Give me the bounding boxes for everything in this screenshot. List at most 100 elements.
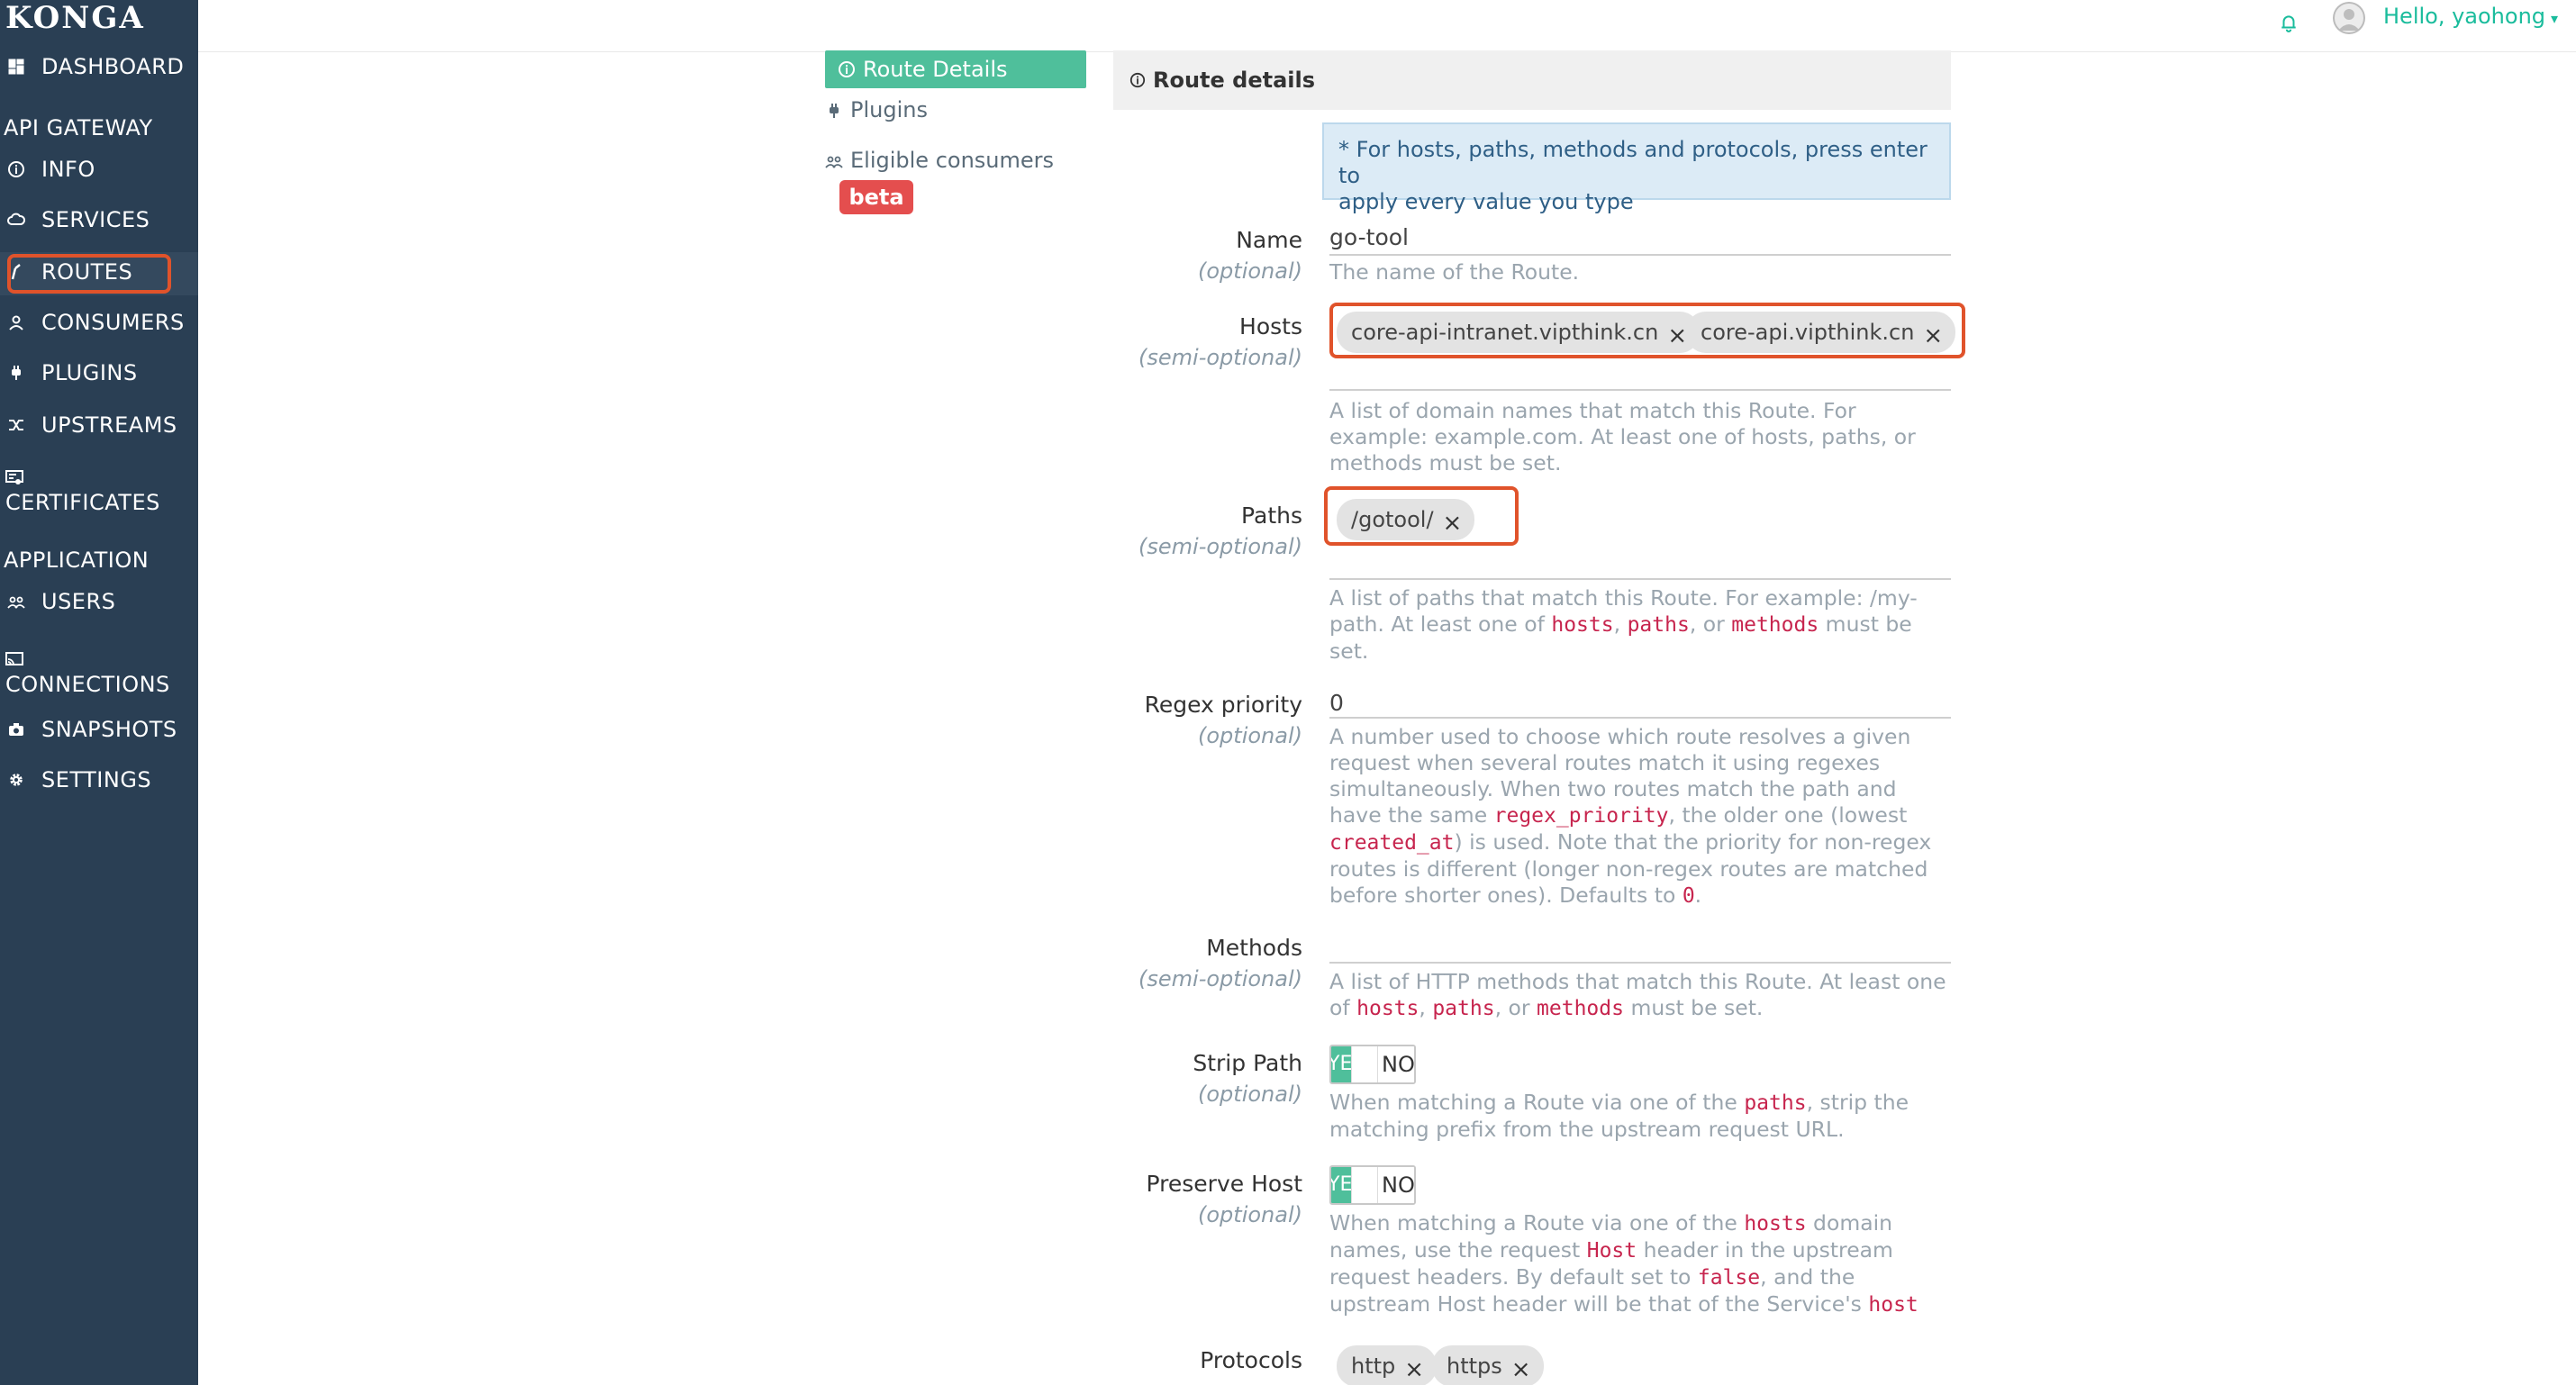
tab-label: Route Details [863,57,1008,82]
sidebar-item-consumers[interactable]: CONSUMERS [5,310,185,335]
hosts-input-underline [1329,389,1951,391]
paths-label: Paths (semi-optional) [1138,501,1302,562]
help-line: upstream Host header will be that of the… [1329,1291,1951,1318]
users-icon [825,156,843,168]
help-line: before shorter ones). Defaults to 0. [1329,883,1951,910]
help-text: When matching a Route via one of the [1329,1210,1745,1236]
help-text: , strip the [1806,1090,1909,1115]
tab-eligible-consumers[interactable]: Eligible consumers [825,148,1054,173]
panel-heading: Route details [1113,50,1951,110]
help-text: , [1613,611,1628,637]
chip-label: core-api.vipthink.cn [1701,320,1915,345]
methods-input[interactable] [1329,962,1951,964]
protocol-chip[interactable]: https × [1432,1345,1544,1385]
sidebar-item-upstreams[interactable]: UPSTREAMS [5,412,177,438]
user-icon [5,312,27,333]
remove-chip-icon[interactable]: × [1511,1358,1531,1381]
avatar-icon [2333,2,2365,34]
sidebar-item-snapshots[interactable]: SNAPSHOTS [5,717,177,742]
name-input-underline [1329,254,1951,256]
help-line: example: example.com. At least one of ho… [1329,424,1916,449]
sidebar-item-users[interactable]: USERS [5,589,115,614]
help-text: names, use the request [1329,1237,1587,1263]
sidebar-item-dashboard[interactable]: DASHBOARD [5,54,184,79]
preserve-host-label: Preserve Host (optional) [1147,1169,1302,1230]
help-text: of [1329,995,1357,1020]
user-menu[interactable]: Hello, yaohong ▾ [2383,4,2558,29]
toggle-knob [1351,1046,1378,1082]
info-icon [839,61,855,77]
name-input[interactable]: go-tool [1329,224,1409,250]
code-host-header: Host [1586,1239,1637,1263]
sidebar-item-label: SNAPSHOTS [41,717,177,742]
tab-plugins[interactable]: Plugins [825,97,928,122]
routes-highlight-box [7,254,171,294]
plug-icon [830,104,839,118]
remove-chip-icon[interactable]: × [1443,511,1463,535]
tab-route-details[interactable]: Route Details [825,50,1086,88]
sidebar: KONGA DASHBOARD API GATEWAY INFO SERVICE… [0,0,198,1385]
dashboard-icon [5,56,27,77]
remove-chip-icon[interactable]: × [1923,324,1943,348]
gear-icon [5,769,27,791]
code-hosts: hosts [1356,997,1420,1020]
certificate-icon [5,470,23,484]
help-text: , and the [1760,1264,1855,1290]
regex-priority-input[interactable]: 0 [1329,690,1344,716]
tab-label: Plugins [850,97,928,122]
code-hosts: hosts [1744,1212,1807,1236]
remove-chip-icon[interactable]: × [1667,324,1687,348]
sidebar-item-info[interactable]: INFO [5,157,95,182]
sidebar-item-services[interactable]: SERVICES [5,207,150,232]
sidebar-item-settings[interactable]: SETTINGS [5,767,151,792]
path-chip[interactable]: /gotool/ × [1337,499,1475,540]
remove-chip-icon[interactable]: × [1404,1358,1424,1381]
protocols-label: Protocols [1200,1345,1302,1376]
sidebar-item-label: SETTINGS [41,767,152,792]
protocol-chip[interactable]: http × [1337,1345,1438,1385]
sidebar-item-label: DASHBOARD [41,54,185,79]
sidebar-item-label: INFO [41,157,95,182]
label-sub: (semi-optional) [1138,345,1302,370]
top-bar [198,0,2576,52]
sidebar-item-certificates[interactable]: CERTIFICATES [5,470,160,515]
host-chip[interactable]: core-api.vipthink.cn × [1686,312,1956,353]
strip-path-toggle[interactable]: YES NO [1329,1045,1416,1084]
chip-label: https [1447,1353,1502,1379]
regex-help: A number used to choose which route reso… [1329,724,1951,910]
cast-icon [5,652,23,665]
users-icon [5,591,27,612]
help-line: have the same regex_priority, the older … [1329,802,1951,829]
help-line: routes is different (longer non-regex ro… [1329,856,1928,882]
camera-icon [5,719,27,740]
code-paths: paths [1432,997,1495,1020]
label-text: Name [1236,227,1302,253]
code-false: false [1697,1266,1761,1290]
preserve-host-toggle[interactable]: YES NO [1329,1165,1416,1205]
sidebar-item-label: UPSTREAMS [41,412,177,438]
preserve-host-help: When matching a Route via one of the hos… [1329,1210,1951,1318]
help-line: methods must be set. [1329,450,1562,475]
help-text: ) is used. Note that the priority for no… [1454,829,1932,855]
help-line: names, use the request Host header in th… [1329,1237,1951,1264]
bell-icon[interactable] [2279,13,2299,32]
help-line: set. [1329,638,1369,664]
strip-path-label: Strip Path (optional) [1193,1048,1302,1109]
sidebar-item-connections[interactable]: CONNECTIONS [5,652,170,697]
hosts-label: Hosts (semi-optional) [1138,312,1302,373]
label-text: Methods [1206,935,1302,961]
methods-label: Methods (semi-optional) [1138,933,1302,994]
help-line: When matching a Route via one of the hos… [1329,1210,1951,1237]
code-methods: methods [1537,997,1624,1020]
label-sub: (optional) [1198,258,1302,284]
paths-input-underline [1329,578,1951,580]
sidebar-item-plugins[interactable]: PLUGINS [5,360,138,385]
help-text: domain [1806,1210,1893,1236]
avatar[interactable] [2333,2,2365,34]
konga-logo[interactable]: KONGA [5,0,145,36]
code-methods: methods [1731,613,1819,637]
host-chip[interactable]: core-api-intranet.vipthink.cn × [1337,312,1701,353]
info-alert-line: apply every value you type [1338,189,1634,214]
shuffle-icon [5,414,27,436]
chip-label: http [1351,1353,1396,1379]
